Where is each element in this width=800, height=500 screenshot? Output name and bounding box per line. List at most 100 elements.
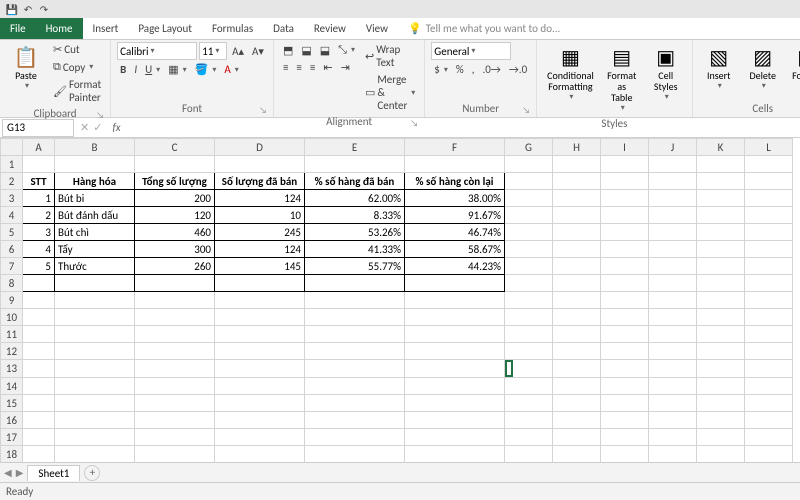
- delete-cells-button[interactable]: ▨Delete▾: [743, 42, 783, 93]
- tab-page-layout[interactable]: Page Layout: [128, 18, 202, 39]
- row-header-18[interactable]: 18: [1, 446, 23, 463]
- cell-I2[interactable]: [601, 173, 649, 190]
- cell-A5[interactable]: 3: [23, 224, 55, 241]
- cell-A18[interactable]: [23, 446, 55, 463]
- row-header-13[interactable]: 13: [1, 360, 23, 378]
- align-bottom-button[interactable]: ⬓: [317, 43, 333, 58]
- percent-button[interactable]: %: [453, 62, 467, 77]
- cell-H1[interactable]: [553, 156, 601, 173]
- cell-E7[interactable]: 55.77%: [305, 258, 405, 275]
- tab-file[interactable]: File: [0, 18, 36, 39]
- orientation-button[interactable]: ⤡▾: [335, 42, 358, 58]
- tell-me-search[interactable]: 💡Tell me what you want to do...: [398, 18, 570, 39]
- row-header-7[interactable]: 7: [1, 258, 23, 275]
- cell-I15[interactable]: [601, 395, 649, 412]
- sheet-tab-1[interactable]: Sheet1: [27, 465, 80, 481]
- cell-J1[interactable]: [649, 156, 697, 173]
- cell-I1[interactable]: [601, 156, 649, 173]
- insert-cells-button[interactable]: ▧Insert▾: [699, 42, 739, 93]
- cell-L12[interactable]: [745, 343, 793, 360]
- cell-I4[interactable]: [601, 207, 649, 224]
- add-sheet-button[interactable]: +: [84, 465, 100, 481]
- cell-J18[interactable]: [649, 446, 697, 463]
- cell-F13[interactable]: [405, 360, 505, 378]
- cell-K10[interactable]: [697, 309, 745, 326]
- cell-H12[interactable]: [553, 343, 601, 360]
- cell-G6[interactable]: [505, 241, 553, 258]
- tab-formulas[interactable]: Formulas: [202, 18, 263, 39]
- cell-L11[interactable]: [745, 326, 793, 343]
- cell-F10[interactable]: [405, 309, 505, 326]
- col-header-F[interactable]: F: [405, 139, 505, 156]
- cell-A6[interactable]: 4: [23, 241, 55, 258]
- cell-J4[interactable]: [649, 207, 697, 224]
- col-header-I[interactable]: I: [601, 139, 649, 156]
- cell-I7[interactable]: [601, 258, 649, 275]
- cell-E15[interactable]: [305, 395, 405, 412]
- cell-I12[interactable]: [601, 343, 649, 360]
- col-header-D[interactable]: D: [215, 139, 305, 156]
- cell-A3[interactable]: 1: [23, 190, 55, 207]
- cell-L18[interactable]: [745, 446, 793, 463]
- cell-L1[interactable]: [745, 156, 793, 173]
- cell-F6[interactable]: 58.67%: [405, 241, 505, 258]
- cell-D15[interactable]: [215, 395, 305, 412]
- cell-D13[interactable]: [215, 360, 305, 378]
- number-format-select[interactable]: General▾: [431, 42, 511, 60]
- cell-H16[interactable]: [553, 412, 601, 429]
- cell-F7[interactable]: 44.23%: [405, 258, 505, 275]
- fx-icon[interactable]: fx: [106, 121, 126, 134]
- fill-color-button[interactable]: 🪣▾: [192, 62, 220, 77]
- cell-G11[interactable]: [505, 326, 553, 343]
- cell-G5[interactable]: [505, 224, 553, 241]
- cell-A13[interactable]: [23, 360, 55, 378]
- paste-button[interactable]: 📋 Paste▾: [6, 42, 46, 93]
- cell-J5[interactable]: [649, 224, 697, 241]
- cell-G2[interactable]: [505, 173, 553, 190]
- col-header-L[interactable]: L: [745, 139, 793, 156]
- cell-E13[interactable]: [305, 360, 405, 378]
- cell-A7[interactable]: 5: [23, 258, 55, 275]
- row-header-14[interactable]: 14: [1, 378, 23, 395]
- cell-G4[interactable]: [505, 207, 553, 224]
- col-header-J[interactable]: J: [649, 139, 697, 156]
- font-dialog-icon[interactable]: ↘: [259, 105, 267, 116]
- row-header-3[interactable]: 3: [1, 190, 23, 207]
- cell-C15[interactable]: [135, 395, 215, 412]
- cell-H9[interactable]: [553, 292, 601, 309]
- cell-D10[interactable]: [215, 309, 305, 326]
- select-all-corner[interactable]: [1, 139, 23, 156]
- cell-E9[interactable]: [305, 292, 405, 309]
- cell-K15[interactable]: [697, 395, 745, 412]
- cell-E6[interactable]: 41.33%: [305, 241, 405, 258]
- cell-J2[interactable]: [649, 173, 697, 190]
- cell-I6[interactable]: [601, 241, 649, 258]
- format-painter-button[interactable]: 🖌Format Painter: [50, 77, 104, 105]
- cell-E4[interactable]: 8.33%: [305, 207, 405, 224]
- row-header-6[interactable]: 6: [1, 241, 23, 258]
- cell-H15[interactable]: [553, 395, 601, 412]
- tab-data[interactable]: Data: [263, 18, 304, 39]
- cell-A16[interactable]: [23, 412, 55, 429]
- cell-F9[interactable]: [405, 292, 505, 309]
- col-header-K[interactable]: K: [697, 139, 745, 156]
- cell-F4[interactable]: 91.67%: [405, 207, 505, 224]
- cell-C13[interactable]: [135, 360, 215, 378]
- cell-H10[interactable]: [553, 309, 601, 326]
- cell-C9[interactable]: [135, 292, 215, 309]
- cell-B9[interactable]: [55, 292, 135, 309]
- cell-I3[interactable]: [601, 190, 649, 207]
- cell-B10[interactable]: [55, 309, 135, 326]
- cell-G18[interactable]: [505, 446, 553, 463]
- cell-H7[interactable]: [553, 258, 601, 275]
- cell-K9[interactable]: [697, 292, 745, 309]
- cell-I14[interactable]: [601, 378, 649, 395]
- row-header-16[interactable]: 16: [1, 412, 23, 429]
- cell-A8[interactable]: [23, 275, 55, 292]
- cell-A15[interactable]: [23, 395, 55, 412]
- cell-L5[interactable]: [745, 224, 793, 241]
- cell-B8[interactable]: [55, 275, 135, 292]
- cell-J13[interactable]: [649, 360, 697, 378]
- cell-B4[interactable]: Bút đánh dấu: [55, 207, 135, 224]
- cell-C16[interactable]: [135, 412, 215, 429]
